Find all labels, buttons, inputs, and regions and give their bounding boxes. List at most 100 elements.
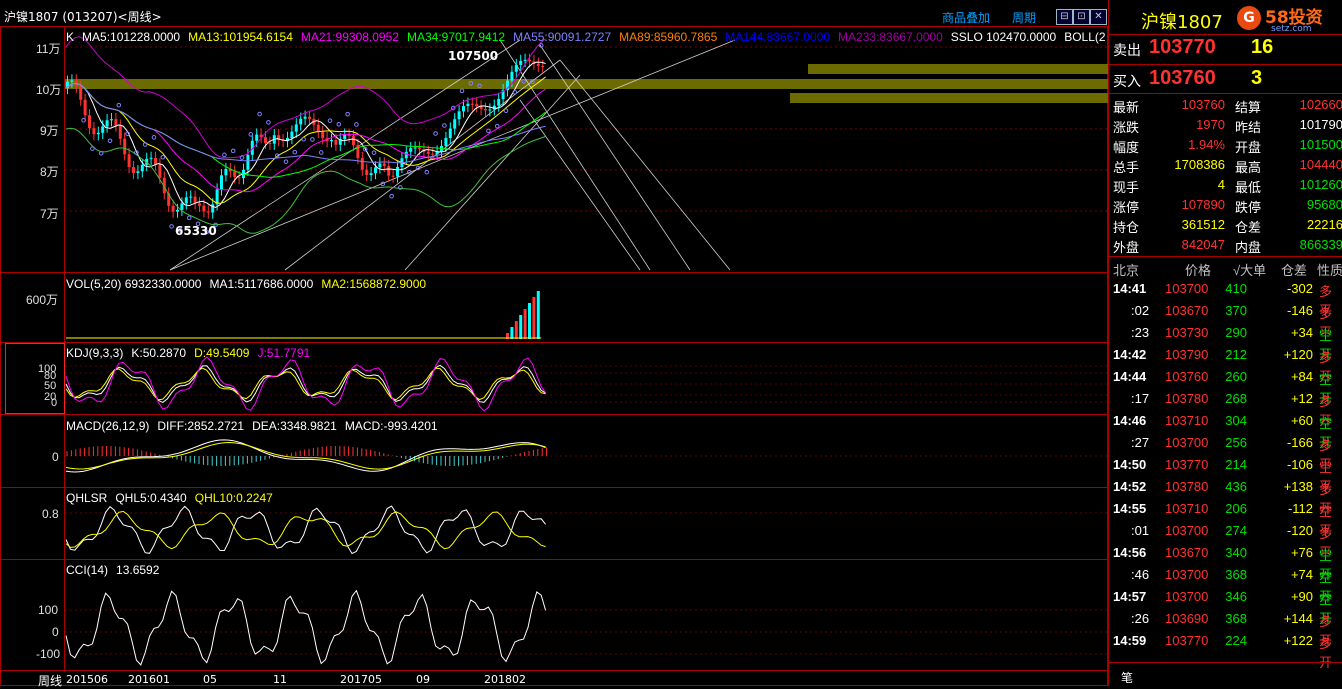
- field-value: 1.94%: [1188, 137, 1225, 152]
- x-label: 05: [203, 673, 217, 686]
- tick-oi-change: +76: [1290, 545, 1313, 560]
- y-label: 10万: [36, 83, 62, 97]
- quote-row: 总手 1708386 最高 104440: [1113, 157, 1342, 177]
- logo-subtext: setz.com: [1271, 24, 1312, 34]
- field-value: 101500: [1299, 137, 1342, 152]
- tick-volume: 368: [1225, 567, 1247, 582]
- logo-icon: G: [1237, 6, 1261, 30]
- quote-row: 涨停 107890 跌停 95680: [1113, 197, 1342, 217]
- field-value: 102660: [1299, 97, 1342, 112]
- tab-ticks[interactable]: 笔: [1121, 669, 1133, 686]
- chart-area[interactable]: 沪镍1807 (013207)<周线> 商品叠加 周期 ⊟ ⊡ ✕ K MA5:1…: [0, 0, 1108, 688]
- y-label: 100: [38, 603, 59, 617]
- tick-oi-change: -166: [1286, 435, 1313, 450]
- field-label: 持仓: [1113, 220, 1140, 235]
- minimize-icon[interactable]: ⊟: [1056, 9, 1073, 25]
- restore-icon[interactable]: ⊡: [1073, 9, 1090, 25]
- tick-row[interactable]: 14:44 103760 260 +84 空开: [1109, 366, 1342, 406]
- field-label: 昨结: [1235, 120, 1262, 135]
- field-value: 101790: [1299, 117, 1342, 132]
- tick-price: 103780: [1165, 479, 1209, 494]
- candle-body: [365, 169, 369, 176]
- quote-row: 最新 103760 结算 102660: [1113, 97, 1342, 117]
- candle-body: [136, 171, 140, 173]
- tick-row[interactable]: 14:59 103770 224 +122 多开: [1109, 630, 1342, 670]
- tick-row[interactable]: 14:57 103700 346 +90 空开: [1109, 586, 1342, 626]
- tick-row[interactable]: :01 103700 274 -120 多平: [1109, 520, 1342, 560]
- candle-body: [96, 132, 100, 135]
- trend-line: [284, 59, 561, 271]
- high-annotation: 107500: [448, 49, 499, 63]
- field-value: 103760: [1181, 97, 1225, 112]
- tick-row[interactable]: 14:52 103780 436 +138 多开: [1109, 476, 1342, 516]
- tick-row[interactable]: :46 103700 368 +74 空开: [1109, 564, 1342, 604]
- legend-item: MACD(26,12,9): [66, 419, 150, 433]
- candle-body: [382, 163, 386, 166]
- tick-price: 103780: [1165, 391, 1209, 406]
- chart-canvas[interactable]: [0, 0, 1108, 686]
- candle-body: [118, 125, 122, 139]
- candle-body: [457, 111, 461, 120]
- tick-volume: 212: [1225, 347, 1247, 362]
- tick-row[interactable]: :23 103730 290 +34 空开: [1109, 322, 1342, 362]
- tick-oi-change: +138: [1283, 479, 1313, 494]
- legend-item: MA1:5117686.0000: [209, 277, 314, 291]
- quote-row: 现手 4 最低 101260: [1113, 177, 1342, 197]
- period-button[interactable]: 周期: [1012, 9, 1036, 26]
- candle-body: [189, 196, 193, 198]
- tick-volume: 224: [1225, 633, 1247, 648]
- kdj-legend: KDJ(9,3,3) K:50.2870 D:49.5409 J:51.7791: [66, 346, 318, 360]
- close-icon[interactable]: ✕: [1090, 9, 1107, 25]
- tick-volume: 268: [1225, 391, 1247, 406]
- tick-volume: 260: [1225, 369, 1247, 384]
- candle-body: [316, 124, 320, 132]
- legend-item: VOL(5,20) 6932330.0000: [66, 277, 202, 291]
- main-legend: K MA5:101228.0000 MA13:101954.6154 MA21:993…: [66, 30, 1114, 44]
- tick-oi-change: -146: [1286, 303, 1313, 318]
- legend-item: QHL10:0.2247: [194, 491, 273, 505]
- tick-price: 103700: [1165, 435, 1209, 450]
- tick-row[interactable]: :02 103670 370 -146 多平: [1109, 300, 1342, 340]
- tick-oi-change: +84: [1290, 369, 1313, 384]
- field-label: 最低: [1235, 180, 1262, 195]
- overlay-button[interactable]: 商品叠加: [942, 9, 990, 26]
- y-label: 7万: [40, 207, 59, 221]
- candle-body: [237, 177, 241, 179]
- sar-dot: [336, 121, 342, 127]
- candle-body: [268, 142, 272, 144]
- legend-item: QHLSR: [66, 491, 108, 505]
- tick-volume: 256: [1225, 435, 1247, 450]
- candle-body: [154, 157, 157, 165]
- legend-item: CCI(14): [66, 563, 109, 577]
- tick-row[interactable]: :26 103690 368 +144 多开: [1109, 608, 1342, 648]
- field-value: 104440: [1299, 157, 1342, 172]
- tick-row[interactable]: 14:50 103770 214 -106 空平: [1109, 454, 1342, 494]
- candle-body: [519, 60, 523, 65]
- tick-row[interactable]: 14:56 103670 340 +76 空开: [1109, 542, 1342, 582]
- quote-panel: 沪镍1807 G 58投资 setz.com 卖出 103770 16 买入 1…: [1108, 0, 1342, 686]
- sar-dot: [151, 135, 157, 140]
- candle-body: [352, 136, 355, 145]
- sar-dot: [230, 148, 236, 154]
- legend-item: MA2:1568872.9000: [321, 277, 427, 291]
- tick-row[interactable]: :17 103780 268 +12 多开: [1109, 388, 1342, 428]
- candle-body: [206, 211, 210, 213]
- tick-time: :26: [1131, 611, 1150, 626]
- field-label: 仓差: [1235, 220, 1262, 235]
- tick-price: 103690: [1165, 611, 1209, 626]
- tick-row[interactable]: 14:46 103710 304 +60 空开: [1109, 410, 1342, 450]
- tick-row[interactable]: 14:42 103790 212 +120 多开: [1109, 344, 1342, 384]
- tick-row[interactable]: 14:41 103700 410 -302 多平: [1109, 278, 1342, 318]
- candle-body: [347, 134, 351, 137]
- tick-row[interactable]: 14:55 103710 206 -112 空平: [1109, 498, 1342, 538]
- field-label: 开盘: [1235, 140, 1262, 155]
- tick-oi-change: +122: [1283, 633, 1313, 648]
- tick-time: 14:41: [1113, 281, 1147, 296]
- candle-body: [418, 147, 421, 150]
- tick-price: 103700: [1165, 589, 1209, 604]
- sar-dot: [354, 122, 359, 127]
- tick-row[interactable]: :27 103700 256 -166 多平: [1109, 432, 1342, 472]
- candle-body: [70, 80, 74, 82]
- candle-body: [330, 139, 333, 142]
- field-label: 结算: [1235, 100, 1262, 115]
